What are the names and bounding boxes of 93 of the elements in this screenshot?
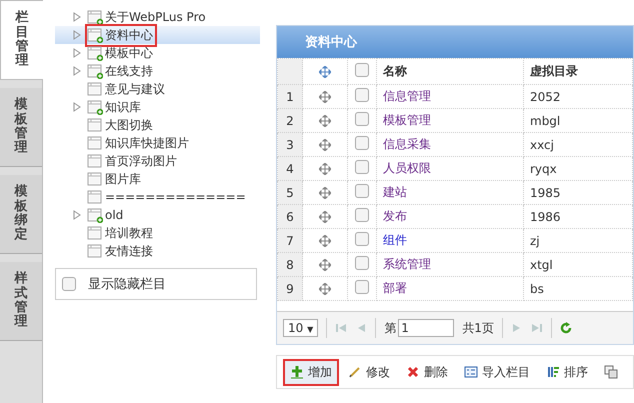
move-icon[interactable]	[319, 259, 331, 272]
first-page-icon[interactable]	[335, 322, 348, 334]
sort-button[interactable]: 排序	[539, 358, 595, 386]
edit-button[interactable]: 修改	[341, 358, 397, 386]
row-number: 5	[278, 180, 302, 204]
name-link[interactable]: 发布	[383, 209, 407, 223]
table-cell: 1985	[530, 186, 561, 200]
name-link[interactable]: 部署	[383, 281, 407, 295]
row-checkbox[interactable]	[355, 208, 369, 222]
row-number: 3	[278, 132, 302, 156]
move-icon	[319, 66, 331, 78]
tree-item[interactable]: 图片库	[55, 170, 260, 188]
row-checkbox[interactable]	[355, 232, 369, 246]
move-icon[interactable]	[319, 235, 331, 248]
panel-title: 资料中心	[277, 26, 633, 58]
pencil-icon	[348, 365, 362, 379]
side-tab[interactable]: 模板管理	[0, 88, 42, 167]
page-count: 共1页	[462, 320, 494, 336]
tree-item[interactable]: 意见与建议	[55, 80, 260, 98]
name-link[interactable]: 组件	[383, 233, 407, 247]
move-icon[interactable]	[319, 139, 331, 152]
row-checkbox[interactable]	[355, 88, 369, 102]
name-link[interactable]: 建站	[383, 185, 407, 199]
tree-item[interactable]: 友情连接	[55, 242, 260, 260]
row-checkbox[interactable]	[355, 160, 369, 174]
move-icon[interactable]	[319, 283, 331, 296]
expand-icon[interactable]	[73, 102, 81, 112]
table-cell: zj	[530, 234, 540, 248]
row-checkbox[interactable]	[355, 256, 369, 270]
table-cell: mbgl	[530, 114, 560, 128]
sort-icon	[546, 365, 560, 379]
move-icon[interactable]	[319, 187, 331, 200]
row-checkbox[interactable]	[355, 136, 369, 150]
move-icon[interactable]	[319, 91, 331, 104]
table-cell: ryqx	[530, 162, 557, 176]
row-number: 2	[278, 108, 302, 132]
name-link[interactable]: 人员权限	[383, 161, 431, 175]
last-page-icon[interactable]	[530, 322, 543, 334]
tree-item[interactable]: 大图切换	[55, 116, 260, 134]
table-cell: xtgl	[530, 258, 553, 272]
tree-item[interactable]: 资料中心	[55, 26, 260, 44]
tree-item[interactable]: 知识库快捷图片	[55, 134, 260, 152]
row-number: 1	[278, 84, 302, 108]
name-link[interactable]: 系统管理	[383, 257, 431, 271]
column-header[interactable]: 名称	[383, 64, 407, 78]
side-tab[interactable]: 样式管理	[0, 262, 42, 341]
expand-icon[interactable]	[73, 12, 81, 22]
tree-item[interactable]: 模板中心	[55, 44, 260, 62]
row-checkbox[interactable]	[355, 184, 369, 198]
tree-item[interactable]: 首页浮动图片	[55, 152, 260, 170]
tree-item[interactable]: 在线支持	[55, 62, 260, 80]
row-number: 7	[278, 228, 302, 252]
delete-icon	[406, 365, 420, 379]
list-icon	[464, 365, 478, 379]
page-input[interactable]: 1	[398, 319, 454, 337]
table-cell: 2052	[530, 90, 561, 104]
expand-icon[interactable]	[73, 48, 81, 58]
move-icon[interactable]	[319, 163, 331, 176]
expand-icon[interactable]	[73, 210, 81, 220]
checkbox[interactable]	[62, 277, 76, 291]
page-label: 第	[384, 320, 396, 336]
row-checkbox[interactable]	[355, 112, 369, 126]
tree-item[interactable]: 关于WebPLus Pro	[55, 8, 260, 26]
tree-item[interactable]: ==============	[55, 188, 260, 206]
copy-icon	[604, 365, 618, 379]
row-number: 4	[278, 156, 302, 180]
side-tab[interactable]: 模板绑定	[0, 175, 42, 254]
move-icon[interactable]	[319, 115, 331, 128]
row-number: 9	[278, 276, 302, 300]
side-tab[interactable]: 栏目管理	[0, 0, 43, 80]
expand-icon[interactable]	[73, 66, 81, 76]
table-cell: 1986	[530, 210, 561, 224]
tree-item[interactable]: 培训教程	[55, 224, 260, 242]
tree-item[interactable]: old	[55, 206, 260, 224]
page-size-select[interactable]: 10 ▼	[283, 319, 318, 337]
checkbox-label: 显示隐藏栏目	[88, 276, 166, 293]
table-cell: xxcj	[530, 138, 554, 152]
import-button[interactable]: 导入栏目	[457, 358, 537, 386]
move-icon[interactable]	[319, 211, 331, 224]
refresh-icon[interactable]	[560, 322, 572, 334]
expand-icon[interactable]	[73, 30, 81, 40]
name-link[interactable]: 信息管理	[383, 89, 431, 103]
add-button[interactable]: 增加	[283, 358, 339, 386]
name-link[interactable]: 信息采集	[383, 137, 431, 151]
table-cell: bs	[530, 282, 544, 296]
row-checkbox[interactable]	[355, 280, 369, 294]
delete-button[interactable]: 删除	[399, 358, 455, 386]
name-link[interactable]: 模板管理	[383, 113, 431, 127]
row-number: 8	[278, 252, 302, 276]
select-all-checkbox[interactable]	[355, 63, 369, 77]
tree-item[interactable]: 知识库	[55, 98, 260, 116]
plus-icon	[290, 365, 304, 379]
row-number: 6	[278, 204, 302, 228]
